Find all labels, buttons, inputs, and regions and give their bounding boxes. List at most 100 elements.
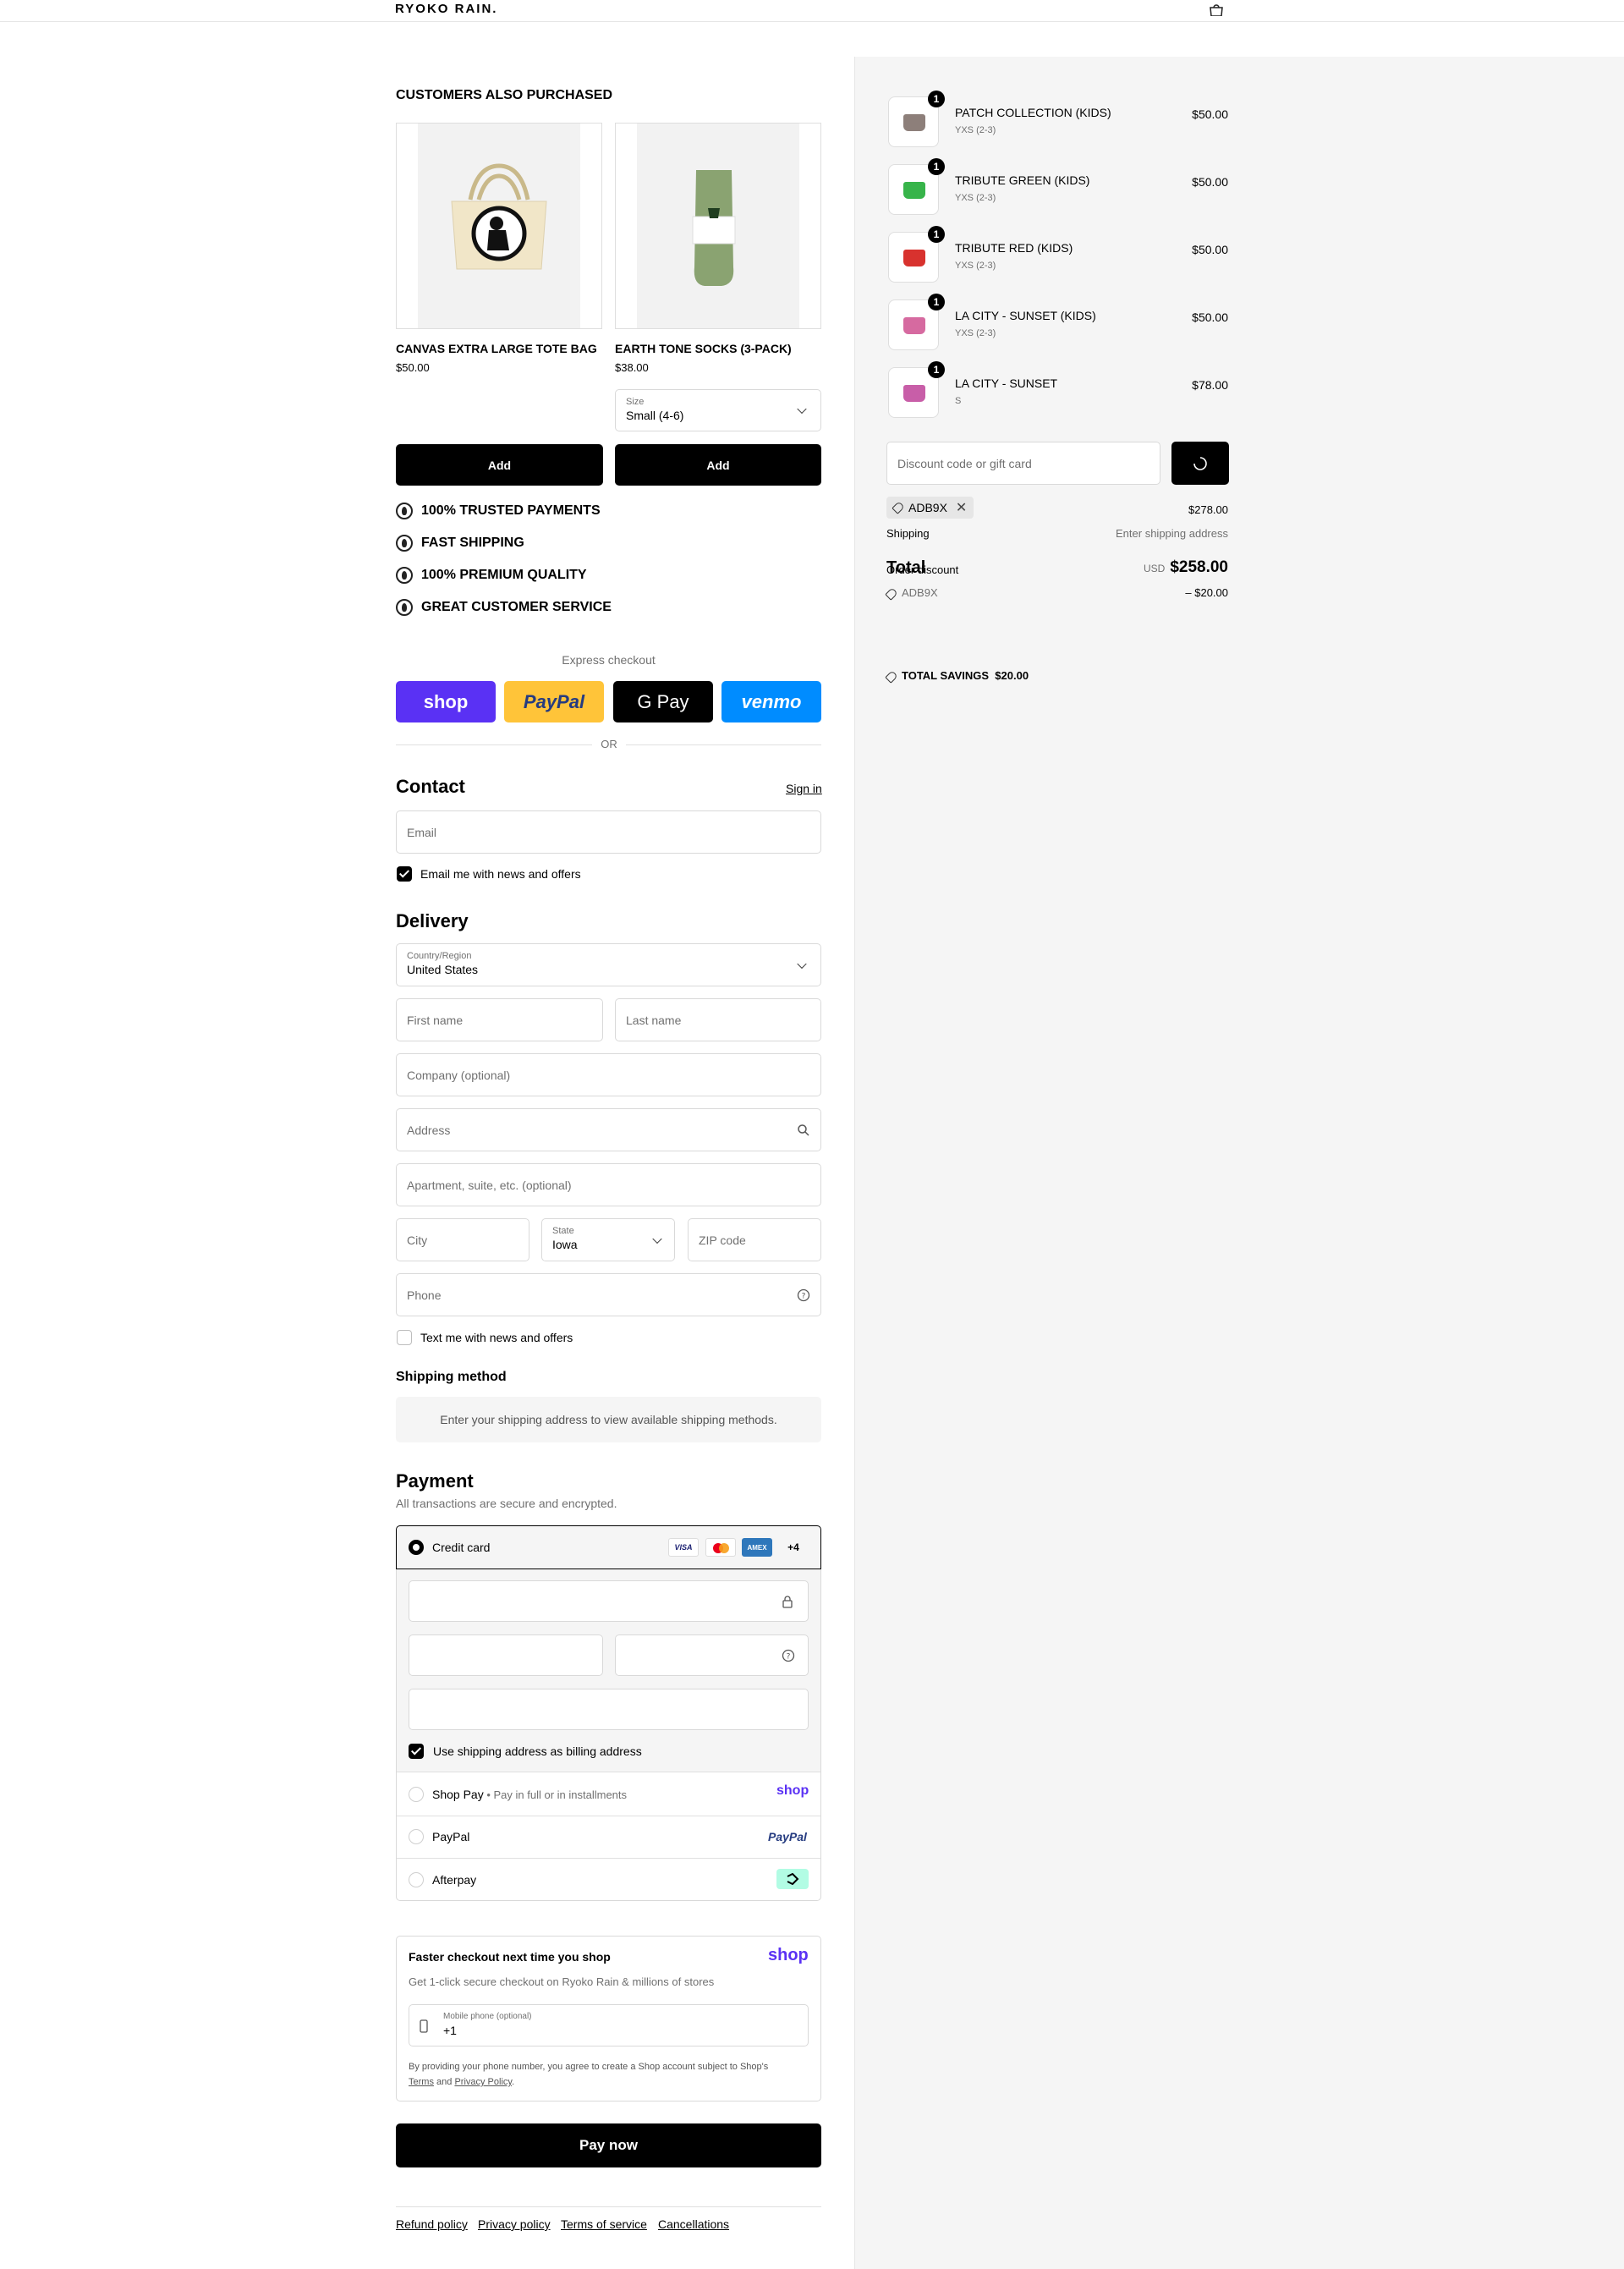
delivery-heading: Delivery	[396, 910, 469, 931]
afterpay-logo	[776, 1869, 809, 1889]
paypal-express-button[interactable]: PayPal	[504, 681, 604, 722]
phone-field[interactable]: Phone ?	[396, 1273, 821, 1316]
state-select[interactable]: State Iowa	[541, 1218, 675, 1261]
svg-text:?: ?	[802, 1293, 806, 1301]
refund-policy-link[interactable]: Refund policy	[396, 2217, 468, 2231]
last-name-placeholder: Last name	[626, 1013, 682, 1027]
terms-link[interactable]: Terms	[409, 2077, 434, 2087]
payment-subtitle: All transactions are secure and encrypte…	[396, 1497, 617, 1510]
add-tote-button[interactable]: Add	[396, 444, 603, 486]
payment-heading: Payment	[396, 1470, 474, 1492]
address-field[interactable]: Address	[396, 1108, 821, 1151]
paypal-radio[interactable]	[409, 1829, 424, 1844]
expiry-field[interactable]	[409, 1634, 603, 1676]
paypal-label[interactable]: PayPal	[432, 1830, 469, 1843]
line-item-price: $78.00	[1192, 378, 1228, 392]
quantity-badge: 1	[928, 158, 945, 175]
mobile-phone-field[interactable]: Mobile phone (optional) +1	[409, 2004, 809, 2046]
sign-in-link[interactable]: Sign in	[786, 782, 822, 795]
discount-placeholder: Discount code or gift card	[897, 456, 1032, 470]
email-field[interactable]: Email	[396, 810, 821, 854]
trust-label: 100% TRUSTED PAYMENTS	[421, 503, 601, 518]
chevron-down-icon	[797, 404, 807, 415]
shorts-image	[903, 114, 925, 131]
line-item-name: LA CITY - SUNSET	[955, 376, 1058, 390]
city-field[interactable]: City	[396, 1218, 529, 1261]
security-code-field[interactable]: ?	[615, 1634, 809, 1676]
help-icon[interactable]: ?	[797, 1288, 810, 1302]
newsletter-label: Email me with news and offers	[420, 867, 581, 881]
visa-icon: VISA	[668, 1538, 699, 1557]
first-name-field[interactable]: First name	[396, 998, 603, 1041]
discount-code-field[interactable]: Discount code or gift card	[886, 442, 1160, 485]
size-label: Size	[626, 397, 645, 407]
chevron-down-icon	[652, 1233, 662, 1244]
store-logo[interactable]: RYOKO RAIN.	[395, 3, 497, 14]
product-name-tote: CANVAS EXTRA LARGE TOTE BAG	[396, 342, 597, 355]
line-item-name: LA CITY - SUNSET (KIDS)	[955, 309, 1096, 322]
country-select[interactable]: Country/Region United States	[396, 943, 821, 986]
company-field[interactable]: Company (optional)	[396, 1053, 821, 1096]
credit-card-radio[interactable]	[409, 1540, 424, 1555]
google-pay-express-button[interactable]: G Pay	[613, 681, 713, 722]
newsletter-checkbox[interactable]	[397, 866, 412, 882]
shopping-bag-icon[interactable]	[1208, 4, 1225, 16]
shop-pay-radio[interactable]	[409, 1787, 424, 1802]
shop-pay-option[interactable]: Shop Pay • Pay in full or in installment…	[432, 1788, 627, 1801]
cancellations-link[interactable]: Cancellations	[658, 2217, 729, 2231]
privacy-policy-link[interactable]: Privacy policy	[478, 2217, 551, 2231]
lock-icon	[782, 1596, 793, 1608]
line-item-variant: YXS (2-3)	[955, 193, 996, 203]
afterpay-label[interactable]: Afterpay	[432, 1873, 476, 1887]
zip-placeholder: ZIP code	[699, 1233, 746, 1247]
shop-pay-express-button[interactable]: shop	[396, 681, 496, 722]
remove-code-icon[interactable]: ✕	[956, 499, 967, 516]
tag-icon	[885, 669, 898, 684]
total-label: Total	[886, 558, 926, 577]
line-item-price: $50.00	[1192, 107, 1228, 121]
apply-discount-button[interactable]	[1171, 442, 1229, 485]
product-card-socks[interactable]	[615, 123, 821, 329]
apartment-placeholder: Apartment, suite, etc. (optional)	[407, 1178, 572, 1192]
badge-icon	[396, 535, 413, 552]
sock-size-select[interactable]: Size Small (4-6)	[615, 389, 821, 431]
socks-image	[637, 124, 799, 328]
line-item-price: $50.00	[1192, 243, 1228, 256]
badge-icon	[396, 599, 413, 616]
privacy-link[interactable]: Privacy Policy	[454, 2077, 512, 2087]
line-item-thumb: 1	[888, 91, 945, 147]
billing-same-checkbox[interactable]	[409, 1744, 424, 1759]
trust-label: GREAT CUSTOMER SERVICE	[421, 600, 612, 614]
last-name-field[interactable]: Last name	[615, 998, 821, 1041]
zip-field[interactable]: ZIP code	[688, 1218, 821, 1261]
currency-code: USD	[1143, 563, 1166, 574]
trust-service: GREAT CUSTOMER SERVICE	[396, 599, 612, 616]
shipping-value: Enter shipping address	[1116, 527, 1228, 540]
mobile-phone-value: +1	[443, 2024, 457, 2037]
shop-save-subtitle: Get 1-click secure checkout on Ryoko Rai…	[409, 1975, 715, 1988]
name-on-card-field[interactable]	[409, 1689, 809, 1730]
apartment-field[interactable]: Apartment, suite, etc. (optional)	[396, 1163, 821, 1206]
legal-end: .	[512, 2077, 515, 2087]
pay-now-button[interactable]: Pay now	[396, 2123, 821, 2167]
total-value: $258.00	[1170, 558, 1228, 576]
sms-checkbox[interactable]	[397, 1330, 412, 1345]
shorts-image	[903, 317, 925, 334]
badge-icon	[396, 567, 413, 584]
venmo-express-button[interactable]: venmo	[721, 681, 821, 722]
help-icon[interactable]: ?	[782, 1649, 795, 1662]
quantity-badge: 1	[928, 294, 945, 310]
afterpay-radio[interactable]	[409, 1872, 424, 1887]
product-card-tote[interactable]	[396, 123, 602, 329]
applied-code: ADB9X	[908, 501, 947, 514]
line-item-name: TRIBUTE RED (KIDS)	[955, 241, 1073, 255]
add-socks-button[interactable]: Add	[615, 444, 821, 486]
credit-card-label: Credit card	[432, 1541, 491, 1554]
terms-of-service-link[interactable]: Terms of service	[561, 2217, 647, 2231]
more-cards-label: +4	[787, 1541, 799, 1553]
top-header: RYOKO RAIN.	[0, 0, 1624, 22]
total-amount: USD $258.00	[1144, 558, 1228, 577]
quantity-badge: 1	[928, 226, 945, 243]
savings-value: $20.00	[995, 669, 1029, 682]
card-number-field[interactable]	[409, 1580, 809, 1622]
